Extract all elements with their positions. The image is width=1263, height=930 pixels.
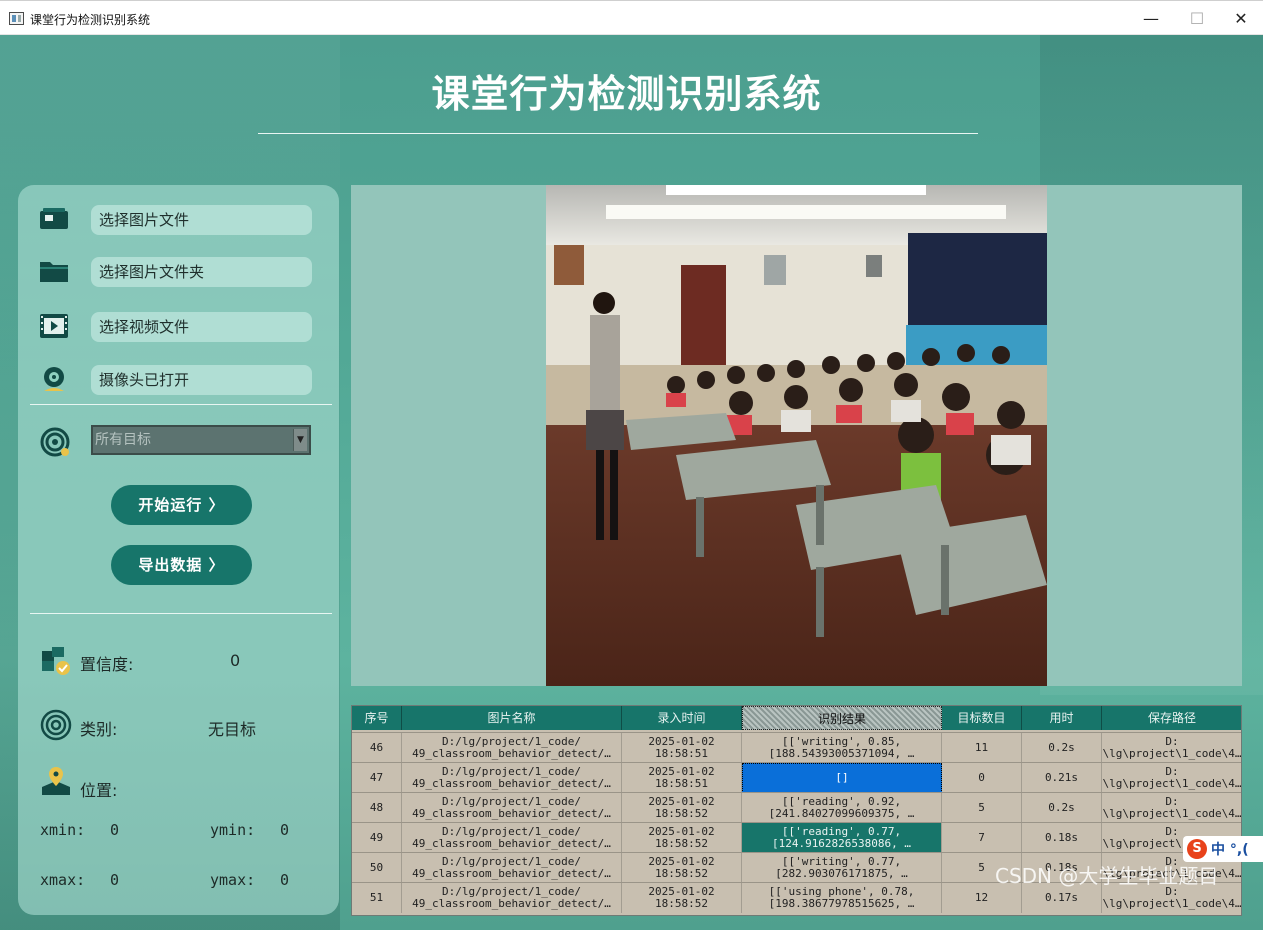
ymax-label: ymax: xyxy=(210,871,256,889)
xmax-value: 0 xyxy=(110,871,120,889)
cell-result-selected[interactable]: [] xyxy=(742,763,942,793)
export-data-button[interactable]: 导出数据 〉 xyxy=(111,545,252,585)
ime-toolbar[interactable]: S 中 °,( xyxy=(1183,836,1263,862)
cell-image-name: D:/lg/project/1_code/ 49_classroom_behav… xyxy=(402,733,622,763)
cell-result-highlighted[interactable]: [['reading', 0.77, [124.9162826538086, … xyxy=(742,823,942,853)
table-row[interactable]: 48 D:/lg/project/1_code/ 49_classroom_be… xyxy=(352,792,1241,823)
cell-index: 50 xyxy=(352,853,402,883)
cell-index: 48 xyxy=(352,793,402,823)
table-row[interactable]: 49 D:/lg/project/1_code/ 49_classroom_be… xyxy=(352,822,1241,853)
chevron-down-icon[interactable]: ▼ xyxy=(293,429,307,451)
cell-result: [['writing', 0.85, [188.54393005371094, … xyxy=(742,733,942,763)
target-icon xyxy=(40,427,70,457)
col-header-time[interactable]: 录入时间 xyxy=(622,706,742,730)
window-title: 课堂行为检测识别系统 xyxy=(30,13,151,27)
ymin-value: 0 xyxy=(280,821,290,839)
cell-index: 49 xyxy=(352,823,402,853)
cell-time: 2025-01-02 18:58:51 xyxy=(622,733,742,763)
ymin-label: ymin: xyxy=(210,821,256,839)
target-select-value: 所有目标 xyxy=(95,432,151,448)
table-row[interactable]: 46 D:/lg/project/1_code/ 49_classroom_be… xyxy=(352,732,1241,763)
confidence-label: 置信度: xyxy=(80,655,134,674)
video-file-icon xyxy=(40,314,68,338)
cell-image-name: D:/lg/project/1_code/ 49_classroom_behav… xyxy=(402,883,622,913)
divider xyxy=(30,404,332,405)
window-title-bar: 课堂行为检测识别系统 — ☐ ✕ xyxy=(0,0,1263,35)
cell-save-path: D: \lg\project\1_code\4… xyxy=(1102,763,1241,793)
cell-time: 2025-01-02 18:58:52 xyxy=(622,793,742,823)
cell-time: 2025-01-02 18:58:51 xyxy=(622,763,742,793)
category-label: 类别: xyxy=(80,720,118,739)
category-icon xyxy=(40,709,72,741)
confidence-value: 0 xyxy=(230,651,241,670)
menu-row-image-file: 选择图片文件 xyxy=(18,201,339,241)
category-value: 无目标 xyxy=(208,720,257,739)
minimize-button[interactable]: — xyxy=(1128,1,1174,36)
cell-time: 2025-01-02 18:58:52 xyxy=(622,823,742,853)
menu-row-video-file: 选择视频文件 xyxy=(18,308,339,348)
ime-status: 中 °,( xyxy=(1211,842,1249,858)
select-image-folder-button[interactable]: 选择图片文件夹 xyxy=(91,257,312,287)
cell-time: 2025-01-02 18:58:52 xyxy=(622,853,742,883)
maximize-button[interactable]: ☐ xyxy=(1174,1,1220,36)
app-main: 课堂行为检测识别系统 选择图片文件 选择图片文件夹 选择视频文件 摄像头已打开 … xyxy=(0,35,1263,930)
col-header-image-name[interactable]: 图片名称 xyxy=(402,706,622,730)
col-header-result[interactable]: 识别结果 xyxy=(742,706,942,730)
position-label: 位置: xyxy=(80,781,118,800)
app-icon xyxy=(9,12,24,25)
table-row[interactable]: 47 D:/lg/project/1_code/ 49_classroom_be… xyxy=(352,762,1241,793)
cell-index: 47 xyxy=(352,763,402,793)
cell-elapsed: 0.18s xyxy=(1022,823,1102,853)
start-run-button[interactable]: 开始运行 〉 xyxy=(111,485,252,525)
xmin-value: 0 xyxy=(110,821,120,839)
webcam-status-button[interactable]: 摄像头已打开 xyxy=(91,365,312,395)
table-header: 序号 图片名称 录入时间 识别结果 目标数目 用时 保存路径 xyxy=(352,706,1241,730)
cell-image-name: D:/lg/project/1_code/ 49_classroom_behav… xyxy=(402,823,622,853)
select-image-file-button[interactable]: 选择图片文件 xyxy=(91,205,312,235)
cell-save-path: D: \lg\project\1_code\4… xyxy=(1102,793,1241,823)
confidence-icon xyxy=(42,647,70,675)
cell-count: 7 xyxy=(942,823,1022,853)
image-display-panel xyxy=(351,185,1242,686)
folder-icon xyxy=(40,262,68,282)
target-select[interactable]: 所有目标 ▼ xyxy=(91,425,311,455)
close-button[interactable]: ✕ xyxy=(1218,1,1263,36)
control-panel: 选择图片文件 选择图片文件夹 选择视频文件 摄像头已打开 所有目标 ▼ 开始运行… xyxy=(18,185,339,915)
ime-logo-icon: S xyxy=(1187,839,1207,859)
cell-index: 51 xyxy=(352,883,402,913)
ymax-value: 0 xyxy=(280,871,290,889)
watermark: CSDN @大学生毕业题目 xyxy=(995,864,1219,888)
col-header-save-path[interactable]: 保存路径 xyxy=(1102,706,1241,730)
cell-count: 0 xyxy=(942,763,1022,793)
cell-elapsed: 0.21s xyxy=(1022,763,1102,793)
select-video-file-button[interactable]: 选择视频文件 xyxy=(91,312,312,342)
cell-elapsed: 0.2s xyxy=(1022,793,1102,823)
cell-index: 46 xyxy=(352,733,402,763)
col-header-elapsed[interactable]: 用时 xyxy=(1022,706,1102,730)
cell-result: [['using phone', 0.78, [198.386779785156… xyxy=(742,883,942,913)
webcam-icon xyxy=(44,367,64,391)
xmax-label: xmax: xyxy=(40,871,86,889)
cell-count: 11 xyxy=(942,733,1022,763)
xmin-label: xmin: xyxy=(40,821,86,839)
cell-time: 2025-01-02 18:58:52 xyxy=(622,883,742,913)
image-file-icon xyxy=(40,208,68,229)
col-header-count[interactable]: 目标数目 xyxy=(942,706,1022,730)
cell-image-name: D:/lg/project/1_code/ 49_classroom_behav… xyxy=(402,763,622,793)
cell-result: [['reading', 0.92, [241.84027099609375, … xyxy=(742,793,942,823)
cell-save-path: D: \lg\project\1_code\4… xyxy=(1102,733,1241,763)
page-title: 课堂行为检测识别系统 xyxy=(431,72,822,116)
cell-count: 5 xyxy=(942,793,1022,823)
col-header-index[interactable]: 序号 xyxy=(352,706,402,730)
title-divider xyxy=(258,133,978,134)
menu-row-webcam: 摄像头已打开 xyxy=(18,361,339,401)
cell-result: [['writing', 0.77, [282.903076171875, … xyxy=(742,853,942,883)
cell-image-name: D:/lg/project/1_code/ 49_classroom_behav… xyxy=(402,793,622,823)
cell-image-name: D:/lg/project/1_code/ 49_classroom_behav… xyxy=(402,853,622,883)
menu-row-image-folder: 选择图片文件夹 xyxy=(18,253,339,293)
location-pin-icon xyxy=(42,767,70,795)
cell-elapsed: 0.2s xyxy=(1022,733,1102,763)
divider xyxy=(30,613,332,614)
classroom-photo xyxy=(546,185,1047,686)
